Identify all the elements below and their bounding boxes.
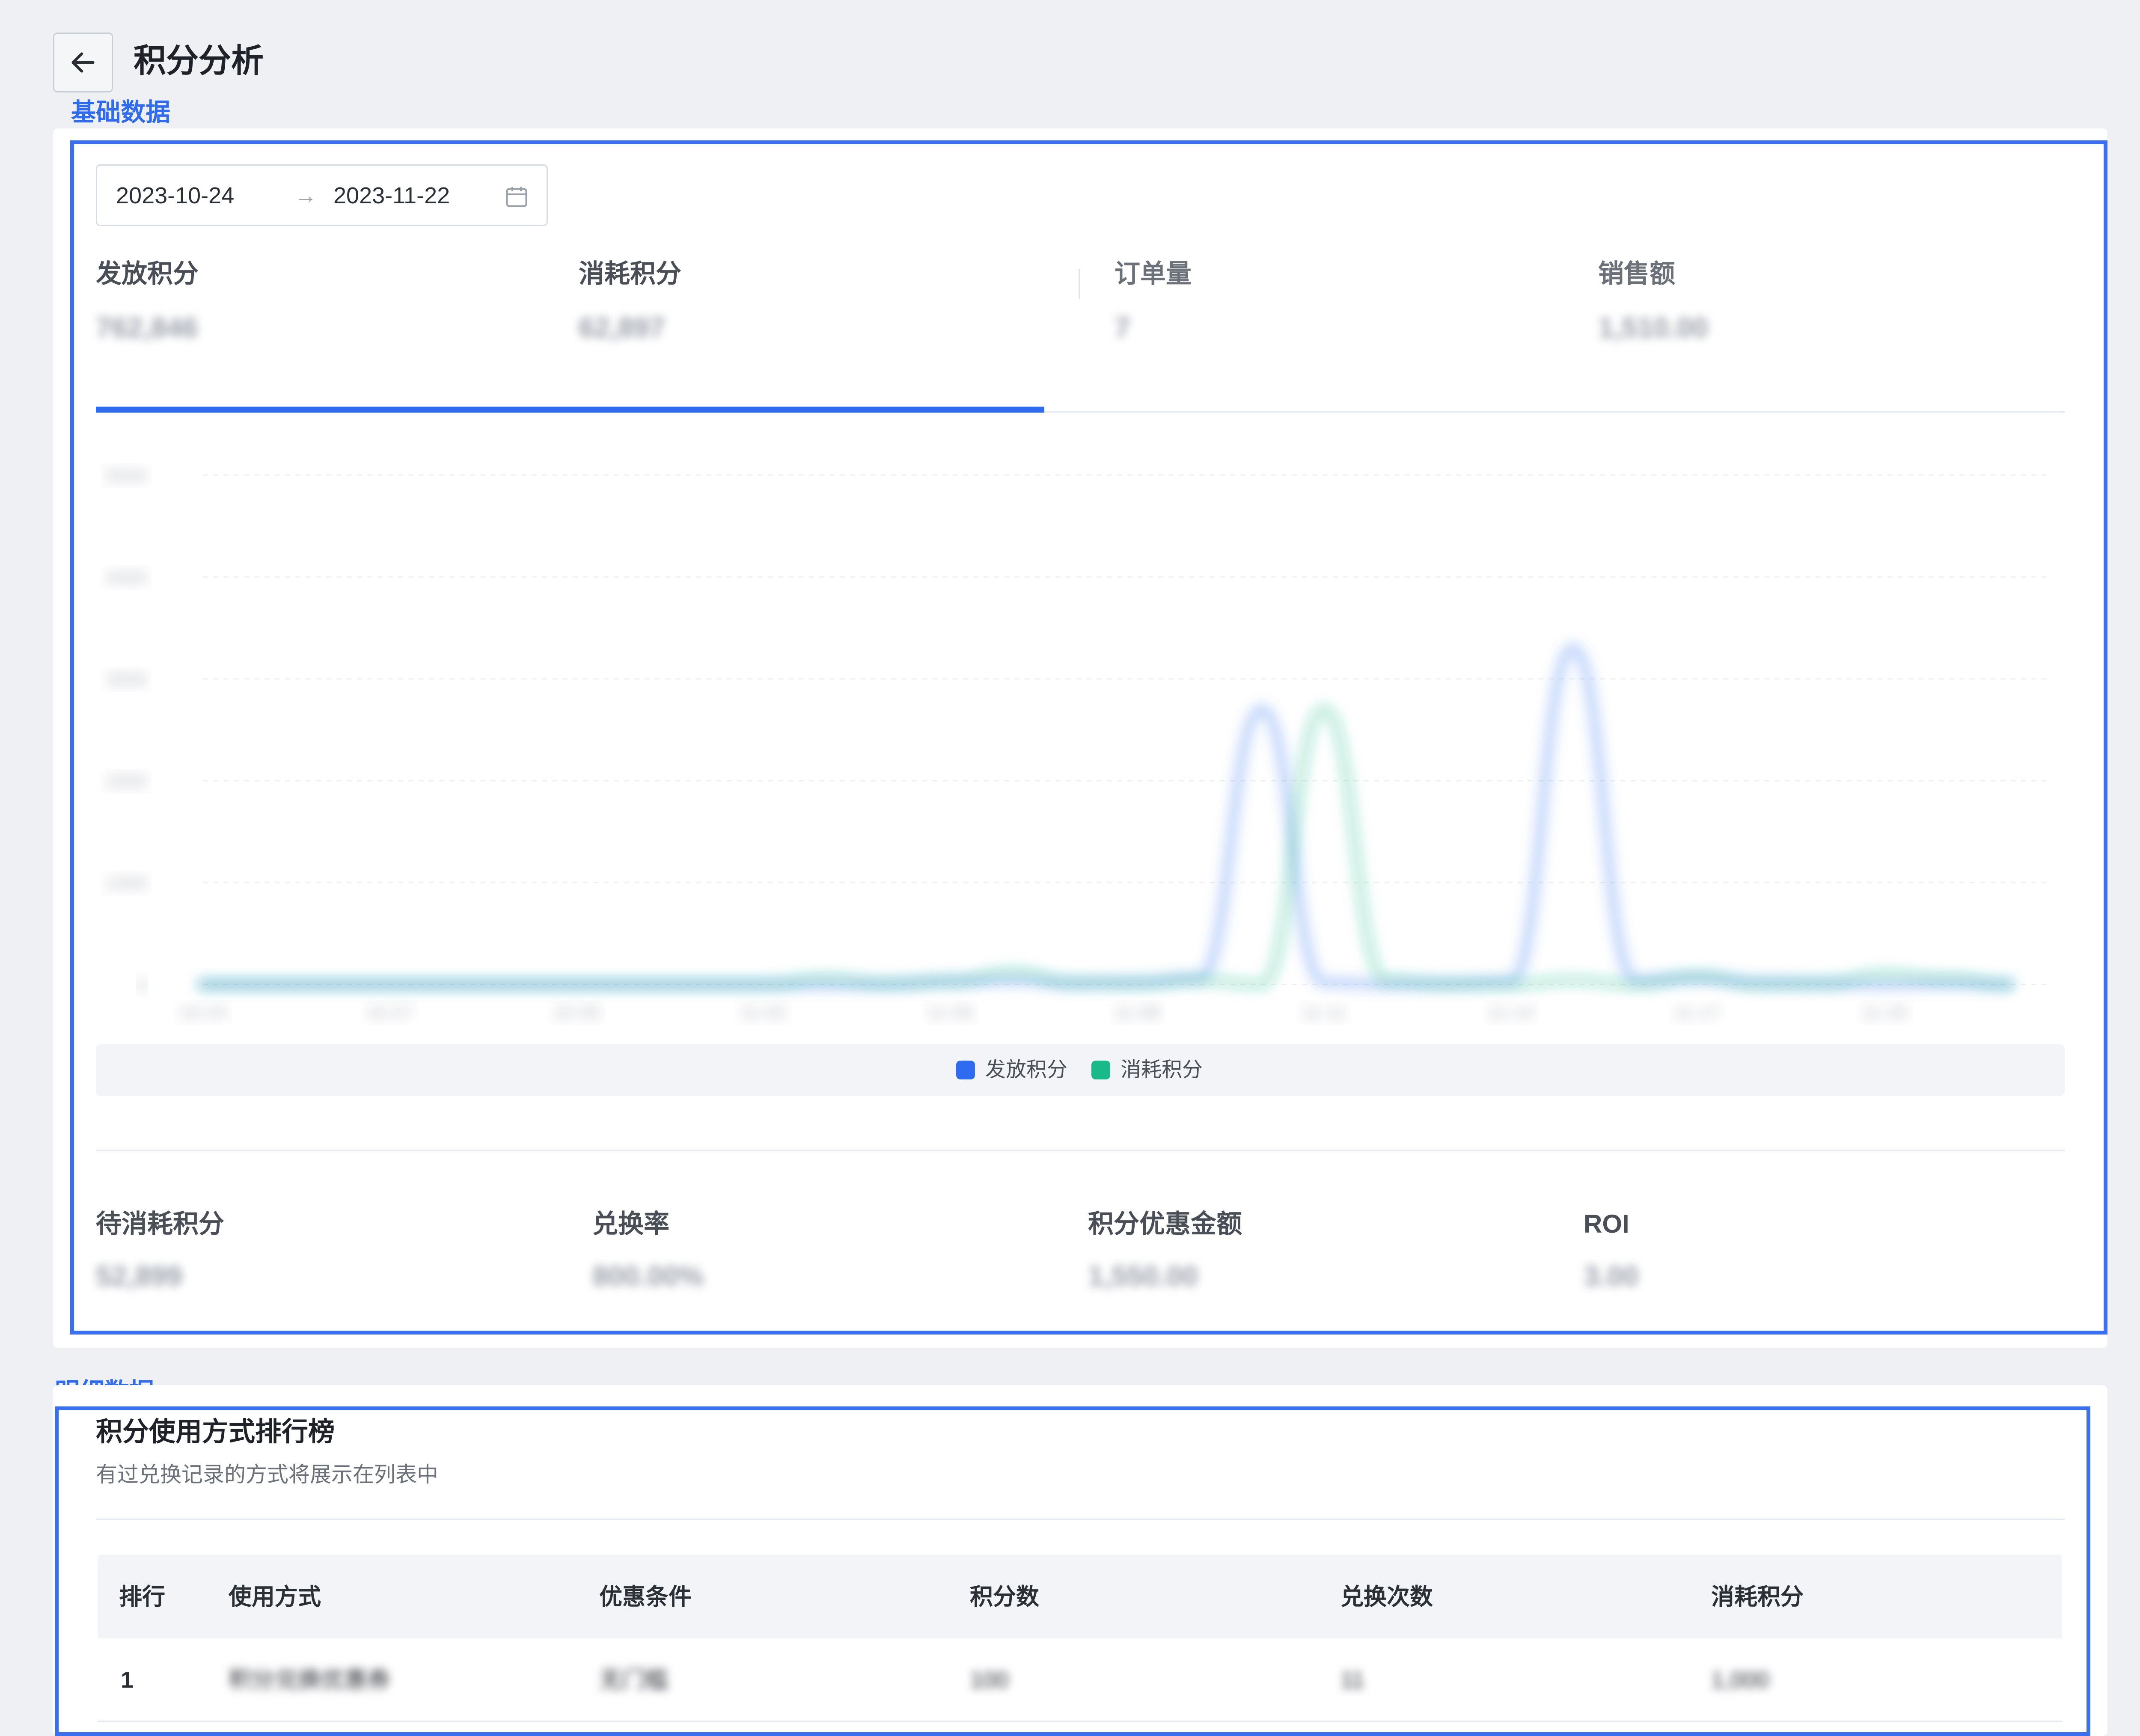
date-separator: → [294,183,317,208]
row-method: 积分兑换优惠券 [229,1667,390,1693]
metric-pending-label: 待消耗积分 [96,1210,224,1238]
ranking-title: 积分使用方式排行榜 [96,1417,335,1447]
calendar-icon[interactable] [504,184,529,209]
metric-redeem-rate-value: 800.00% [592,1260,704,1292]
metric-roi-label: ROI [1584,1210,1629,1238]
series-line-1 [197,704,2015,990]
row-divider [98,1721,2062,1722]
x-tick-label: 11-17 [1674,1002,1721,1023]
ranking-divider [96,1519,2065,1520]
section-divider [96,1150,2065,1151]
legend-swatch-issued [956,1061,975,1079]
metric-tab-orders[interactable]: 订单量 7 [1115,257,1543,347]
row-consumed: 1,000 [1711,1667,1769,1693]
y-tick-label: 2000 [105,771,147,792]
metric-pending-value: 52,899 [96,1260,182,1292]
metric-consumed-value: 62,897 [579,312,665,343]
metric-redeem-rate-label: 兑换率 [592,1210,669,1238]
row-condition: 无门槛 [599,1667,669,1693]
legend-item-issued[interactable]: 发放积分 [956,1057,1067,1083]
metric-tab-sales[interactable]: 销售额 1,510.00 [1598,257,2026,347]
page-title: 积分分析 [134,43,264,79]
metric-roi-value: 3.00 [1584,1260,1639,1292]
date-start: 2023-10-24 [116,183,235,208]
table-row[interactable]: 1 积分兑换优惠券 无门槛 100 11 1,000 [98,1638,2062,1722]
metric-discount: 积分优惠金额 1,550.00 [1088,1207,1242,1295]
metric-redeem-rate: 兑换率 800.00% [592,1207,704,1295]
y-tick-label: 0 [137,975,147,996]
legend-label-issued: 发放积分 [985,1058,1068,1081]
row-rank: 1 [121,1667,134,1693]
x-tick-label: 11-02 [740,1002,787,1023]
metric-consumed-label: 消耗积分 [579,259,681,288]
metric-issued-label: 发放积分 [96,259,199,288]
metric-orders-value: 7 [1115,312,1130,343]
y-tick-label: 5000 [105,465,147,486]
column-condition[interactable]: 优惠条件 [599,1582,692,1612]
metric-pending: 待消耗积分 52,899 [96,1207,224,1295]
chart-legend: 发放积分 消耗积分 [96,1044,2065,1096]
column-times[interactable]: 兑换次数 [1340,1582,1433,1612]
metric-discount-value: 1,550.00 [1088,1260,1198,1292]
ranking-description: 有过兑换记录的方式将展示在列表中 [96,1463,438,1486]
date-end: 2023-11-22 [333,183,450,208]
metric-sales-value: 1,510.00 [1598,312,1708,343]
x-tick-label: 10-27 [366,1002,414,1023]
row-points: 100 [970,1667,1009,1693]
y-tick-label: 1000 [105,873,147,894]
x-tick-label: 11-08 [1114,1002,1160,1023]
x-tick-label: 11-05 [927,1002,974,1023]
x-tick-label: 11-20 [1861,1002,1908,1023]
metric-orders-label: 订单量 [1115,259,1192,288]
x-tick-label: 10-24 [179,1002,227,1023]
back-button[interactable] [53,33,113,92]
series-line-0 [197,642,2015,990]
metric-tab-consumed[interactable]: 消耗积分 62,897 [579,257,1007,347]
y-tick-label: 3000 [105,669,147,690]
metric-sales-label: 销售额 [1598,259,1675,288]
date-range-picker[interactable]: 2023-10-24 → 2023-11-22 [96,164,548,226]
legend-swatch-consumed [1091,1061,1110,1079]
legend-item-consumed[interactable]: 消耗积分 [1091,1057,1203,1083]
row-times: 11 [1340,1667,1365,1693]
metric-discount-label: 积分优惠金额 [1088,1210,1242,1238]
column-method[interactable]: 使用方式 [229,1582,321,1612]
column-points[interactable]: 积分数 [970,1582,1039,1612]
x-tick-label: 11-14 [1487,1002,1534,1023]
metric-issued-value: 762,846 [96,312,198,343]
metric-divider [1079,269,1080,299]
tab-active-indicator [96,407,1044,413]
x-tick-label: 11-11 [1301,1002,1346,1023]
x-tick-label: 10-30 [553,1002,601,1023]
legend-label-consumed: 消耗积分 [1121,1058,1203,1081]
annotation-basic-data: 基础数据 [71,98,171,126]
column-rank[interactable]: 排行 [119,1582,165,1612]
metric-roi: ROI 3.00 [1584,1207,1638,1295]
points-line-chart: 0 1000 2000 3000 4000 5000 10-24 10-27 10-30 11-0… [105,465,2052,1023]
metric-tab-issued[interactable]: 发放积分 762,846 [96,257,524,347]
column-consumed[interactable]: 消耗积分 [1711,1582,1804,1612]
arrow-left-icon [71,52,95,73]
y-tick-label: 4000 [105,567,147,588]
